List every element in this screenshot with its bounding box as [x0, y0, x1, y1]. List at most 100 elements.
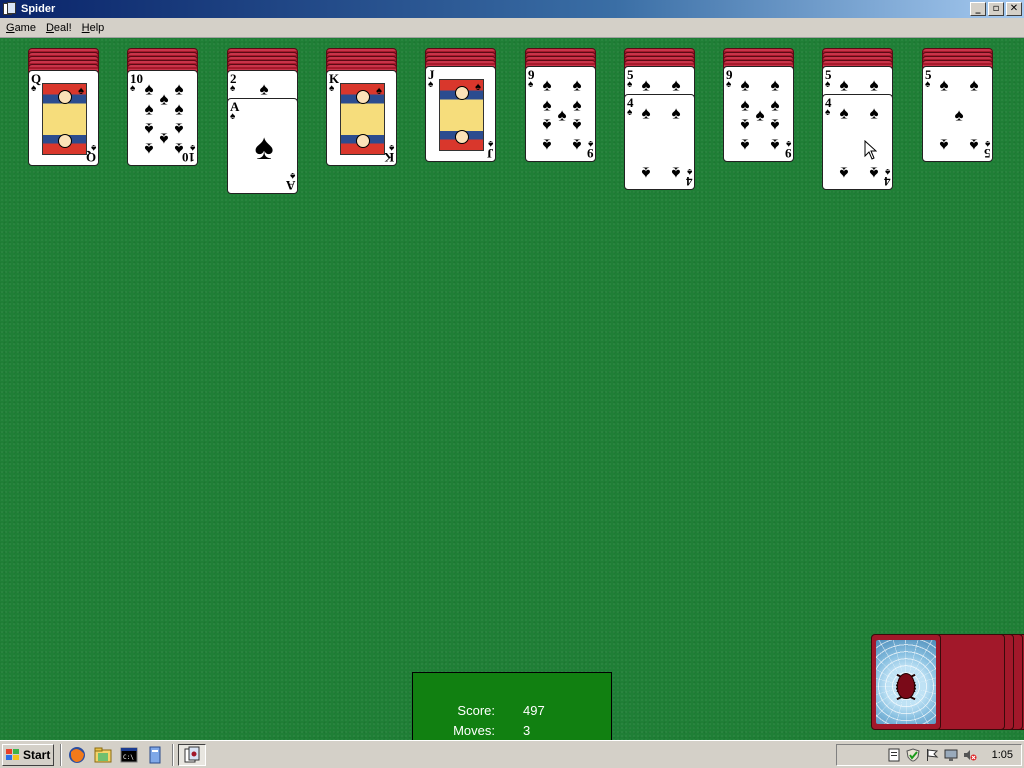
spade-icon: ♠	[839, 103, 849, 123]
spade-icon: ♠	[627, 107, 633, 118]
card-5-spades[interactable]: 5♠5♠♠♠♠♠♠	[922, 66, 993, 162]
spade-icon: ♠	[641, 163, 651, 183]
spade-icon: ♠	[839, 163, 849, 183]
spade-icon: ♠	[587, 138, 593, 149]
spade-icon: ♠	[542, 95, 552, 115]
spade-icon: ♠	[159, 89, 169, 109]
spade-icon: ♠	[740, 75, 750, 95]
spade-icon: ♠	[230, 111, 236, 122]
spade-icon: ♠	[428, 79, 434, 90]
window-title: Spider	[21, 3, 56, 15]
spade-icon: ♠	[939, 75, 949, 95]
spade-icon: ♠	[90, 142, 96, 153]
maximize-button[interactable]: ▫	[988, 2, 1004, 16]
menu-game[interactable]: Game	[1, 22, 41, 34]
spade-icon: ♠	[159, 129, 169, 149]
spider-web-icon	[876, 640, 936, 724]
spade-icon: ♠	[174, 79, 184, 99]
card-J-spades[interactable]: J ♠ J ♠ ♠	[425, 66, 496, 162]
spade-icon: ♠	[869, 163, 879, 183]
spade-icon: ♠	[144, 119, 154, 139]
card-Q-spades[interactable]: Q ♠ Q ♠ ♠	[28, 70, 99, 166]
title-bar[interactable]: Spider _ ▫ ✕	[0, 0, 1024, 18]
score-label: Score:	[457, 703, 495, 718]
spade-icon: ♠	[144, 139, 154, 159]
spade-icon: ♠	[329, 83, 335, 94]
spade-icon: ♠	[189, 142, 195, 153]
notepad-icon[interactable]	[144, 744, 166, 766]
spade-icon: ♠	[671, 75, 681, 95]
spade-icon: ♠	[572, 115, 582, 135]
spade-icon: ♠	[542, 75, 552, 95]
court-card-portrait: ♠	[439, 79, 484, 151]
terminal-icon[interactable]: C:\	[118, 744, 140, 766]
spade-icon: ♠	[259, 79, 269, 99]
card-10-spades[interactable]: 10 ♠ 10 ♠ ♠ ♠ ♠ ♠ ♠ ♠ ♠ ♠ ♠ ♠	[127, 70, 198, 166]
spade-icon: ♠	[572, 95, 582, 115]
svg-text:C:\: C:\	[123, 754, 134, 761]
spade-icon: ♠	[770, 75, 780, 95]
stock-deal-card[interactable]	[871, 634, 941, 730]
taskbar: Start C:\ 1:05	[0, 740, 1024, 768]
spade-icon: ♠	[528, 79, 534, 90]
spade-icon: ♠	[31, 83, 37, 94]
flag-icon[interactable]	[925, 748, 939, 762]
card-A-spades[interactable]: A ♠ A ♠ ♠	[227, 98, 298, 194]
spade-icon: ♠	[671, 103, 681, 123]
spade-icon: ♠	[130, 83, 136, 94]
clock[interactable]: 1:05	[992, 749, 1013, 761]
minimize-button[interactable]: _	[970, 2, 986, 16]
spider-app-icon	[3, 2, 17, 16]
spade-icon: ♠	[627, 79, 633, 90]
card-9-spades[interactable]: 9 ♠ 9 ♠ ♠ ♠ ♠ ♠ ♠ ♠ ♠ ♠ ♠	[723, 66, 794, 162]
spade-icon: ♠	[230, 83, 236, 94]
spade-icon: ♠	[144, 79, 154, 99]
spade-icon: ♠	[969, 75, 979, 95]
spade-icon: ♠	[839, 75, 849, 95]
network-icon[interactable]	[887, 748, 901, 762]
spade-icon: ♠	[869, 75, 879, 95]
spade-icon: ♠	[770, 95, 780, 115]
spade-icon: ♠	[174, 139, 184, 159]
spade-icon: ♠	[686, 166, 692, 177]
spade-icon: ♠	[726, 79, 732, 90]
spade-icon: ♠	[174, 99, 184, 119]
display-icon[interactable]	[944, 748, 958, 762]
spade-icon: ♠	[542, 115, 552, 135]
spade-icon: ♠	[954, 105, 964, 125]
spade-icon: ♠	[740, 135, 750, 155]
court-card-portrait: ♠	[42, 83, 87, 155]
card-9-spades[interactable]: 9 ♠ 9 ♠ ♠ ♠ ♠ ♠ ♠ ♠ ♠ ♠ ♠	[525, 66, 596, 162]
spade-icon: ♠	[984, 138, 990, 149]
spade-icon: ♠	[740, 115, 750, 135]
spade-icon: ♠	[825, 79, 831, 90]
menu-deal[interactable]: Deal!	[41, 22, 77, 34]
spade-icon: ♠	[770, 135, 780, 155]
firefox-icon[interactable]	[66, 744, 88, 766]
spade-icon: ♠	[884, 166, 890, 177]
stock-deal-card	[935, 634, 1005, 730]
start-button[interactable]: Start	[2, 743, 54, 766]
spade-icon: ♠	[487, 138, 493, 149]
spade-icon: ♠	[388, 142, 394, 153]
system-tray: 1:05	[836, 744, 1022, 766]
file-explorer-icon[interactable]	[92, 744, 114, 766]
spade-icon: ♠	[572, 135, 582, 155]
spade-icon: ♠	[641, 75, 651, 95]
menu-help[interactable]: Help	[77, 22, 110, 34]
mouse-cursor-icon	[864, 140, 877, 160]
close-button[interactable]: ✕	[1006, 2, 1022, 16]
card-K-spades[interactable]: K ♠ K ♠ ♠	[326, 70, 397, 166]
spider-icon	[897, 673, 915, 700]
stock-pile[interactable]	[871, 634, 1024, 730]
score-value: 497	[523, 703, 545, 718]
card-4-spades[interactable]: 4 ♠ 4 ♠ ♠ ♠ ♠ ♠	[624, 94, 695, 190]
card-4-spades[interactable]: 4 ♠ 4 ♠ ♠ ♠ ♠ ♠	[822, 94, 893, 190]
court-card-portrait: ♠	[340, 83, 385, 155]
spade-icon: ♠	[969, 135, 979, 155]
spade-icon: ♠	[254, 126, 274, 167]
volume-muted-icon[interactable]	[963, 748, 977, 762]
spade-icon: ♠	[825, 107, 831, 118]
shield-check-icon[interactable]	[906, 748, 920, 762]
spider-taskbar-button[interactable]	[178, 743, 206, 766]
